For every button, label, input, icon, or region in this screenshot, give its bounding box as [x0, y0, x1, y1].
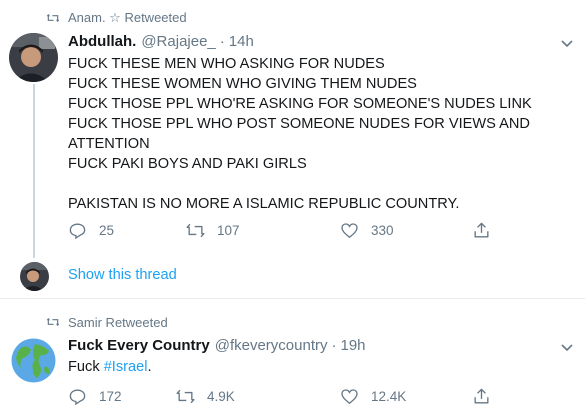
share-icon	[474, 388, 489, 404]
tweet-header: Abdullah. @Rajajee_ · 14h	[68, 33, 254, 53]
retweet-icon	[46, 317, 60, 327]
retweet-icon	[186, 223, 205, 238]
retweeted-by-label[interactable]: Samir Retweeted	[68, 315, 168, 330]
timestamp[interactable]: 14h	[229, 33, 254, 50]
tweet-text: FUCK THESE MEN WHO ASKING FOR NUDES FUCK…	[68, 56, 532, 212]
heart-icon	[341, 389, 358, 405]
like-count: 330	[371, 223, 394, 238]
user-handle[interactable]: @Rajajee_	[141, 33, 215, 50]
display-name[interactable]: Fuck Every Country	[68, 337, 210, 354]
display-name[interactable]: Abdullah.	[68, 33, 136, 50]
reply-button[interactable]: 25	[68, 221, 114, 240]
like-button[interactable]: 12.4K	[340, 387, 406, 406]
chevron-down-icon[interactable]	[561, 40, 573, 48]
reply-count: 25	[99, 223, 115, 238]
reply-icon	[69, 223, 86, 240]
retweet-button[interactable]: 107	[186, 221, 240, 240]
timestamp[interactable]: 19h	[340, 337, 365, 354]
tweet-actions: 172 4.9K 12.4K	[68, 387, 508, 407]
tweet[interactable]: Samir Retweeted Fuck Every Country @fkev…	[0, 299, 585, 415]
share-button[interactable]	[472, 387, 503, 406]
tweet[interactable]: Anam. ☆ Retweeted Abdullah. @Rajajee_ · …	[0, 0, 585, 298]
separator-dot: ·	[219, 33, 225, 50]
like-button[interactable]: 330	[340, 221, 394, 240]
tweet-text-suffix: .	[147, 359, 152, 375]
chevron-down-icon[interactable]	[561, 344, 573, 352]
show-thread-link[interactable]: Show this thread	[68, 267, 177, 283]
heart-icon	[341, 223, 358, 239]
tweet-text-prefix: Fuck	[68, 359, 104, 375]
hashtag-link[interactable]: #Israel	[104, 359, 148, 375]
like-count: 12.4K	[371, 389, 407, 404]
user-handle[interactable]: @fkeverycountry	[215, 337, 328, 354]
reply-count: 172	[99, 389, 122, 404]
retweet-count: 4.9K	[207, 389, 235, 404]
share-icon	[474, 222, 489, 238]
tweet-header: Fuck Every Country @fkeverycountry · 19h	[68, 337, 366, 357]
avatar[interactable]	[9, 336, 58, 385]
retweet-icon	[46, 13, 60, 23]
tweet-text: Fuck #Israel.	[68, 357, 573, 377]
reply-button[interactable]: 172	[68, 387, 122, 406]
share-button[interactable]	[472, 221, 503, 240]
reply-icon	[69, 389, 86, 406]
avatar[interactable]	[20, 262, 49, 291]
retweeted-by-label[interactable]: Anam. ☆ Retweeted	[68, 10, 187, 26]
retweet-icon	[176, 389, 195, 404]
separator-dot: ·	[331, 337, 337, 354]
avatar[interactable]	[9, 33, 58, 82]
retweet-button[interactable]: 4.9K	[176, 387, 235, 406]
thread-connector	[33, 84, 35, 258]
retweet-count: 107	[217, 223, 240, 238]
tweet-actions: 25 107 330	[68, 221, 508, 241]
